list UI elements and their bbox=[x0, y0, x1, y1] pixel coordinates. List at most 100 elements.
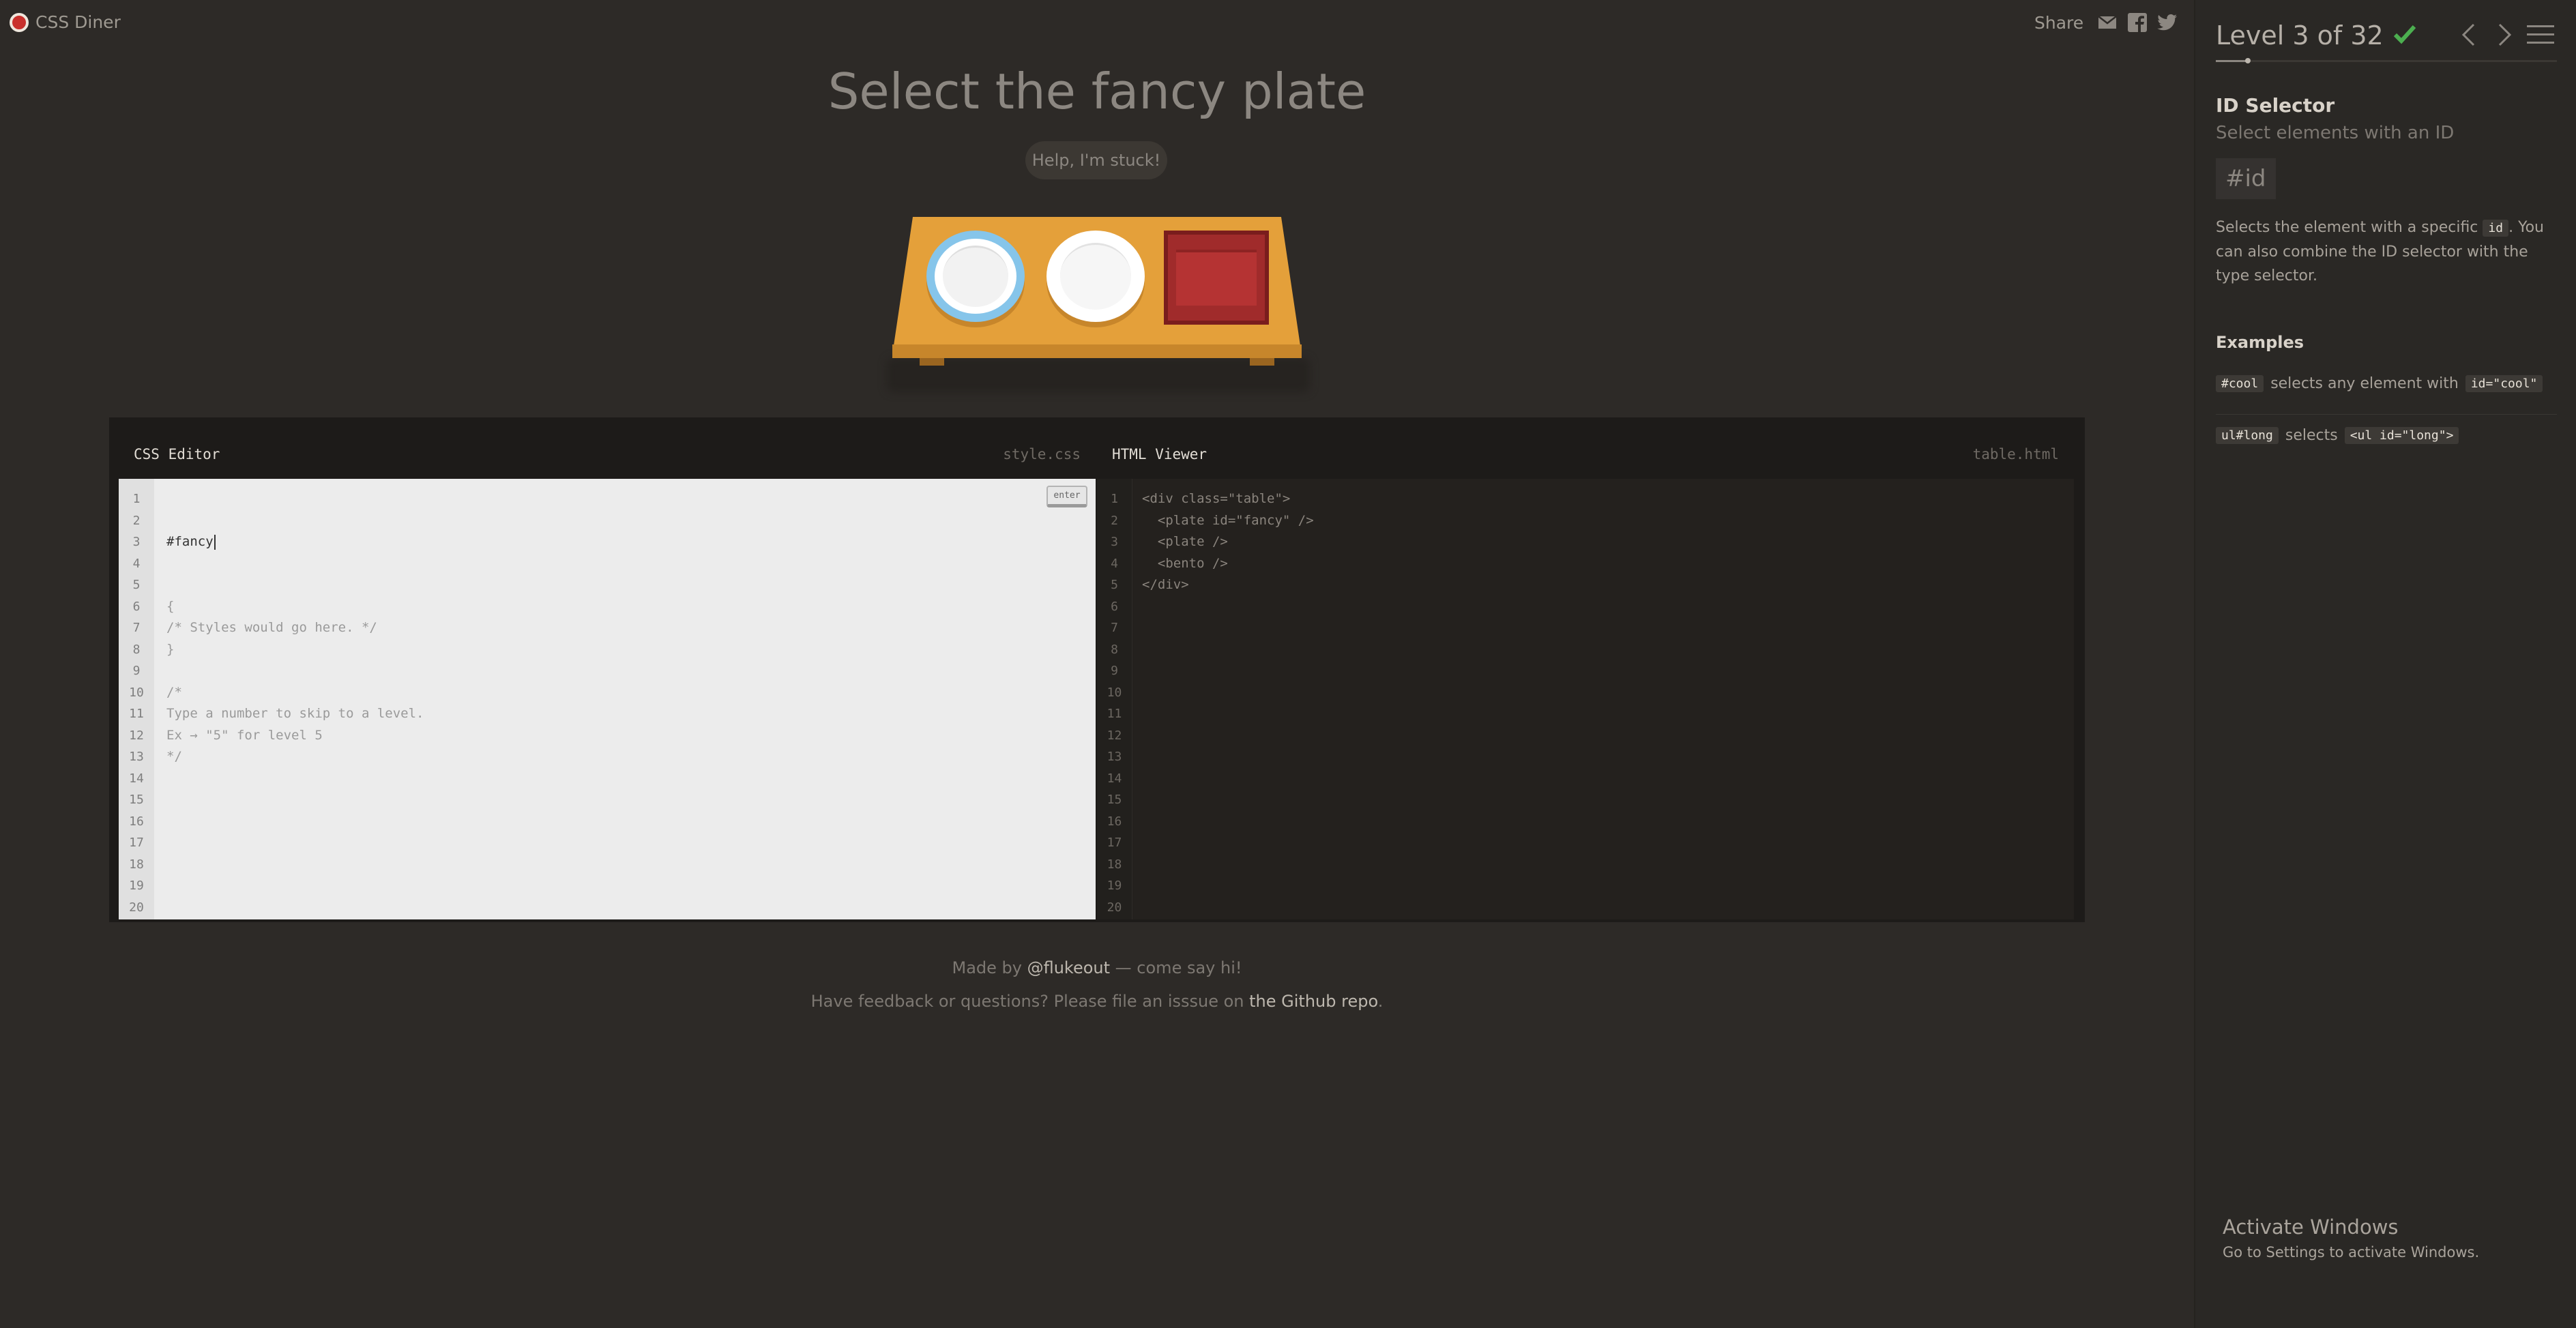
selector-description: Selects the element with a specific id. … bbox=[2216, 216, 2557, 288]
footer-credit-prefix: Made by bbox=[952, 958, 1027, 977]
code-line: /* bbox=[166, 684, 182, 700]
html-viewer-header: HTML Viewer table.html bbox=[1097, 431, 2074, 477]
windows-activation-notice: Activate Windows Go to Settings to activ… bbox=[2223, 1215, 2479, 1260]
example-row: #cool selects any element with id="cool" bbox=[2216, 375, 2557, 392]
facebook-icon[interactable] bbox=[2127, 12, 2148, 33]
fancy-plate[interactable] bbox=[926, 231, 1025, 322]
css-selector-input[interactable]: #fancy bbox=[166, 534, 214, 549]
line-number: 18 bbox=[129, 857, 144, 872]
app-logo[interactable]: CSS Diner bbox=[10, 12, 121, 32]
line-number: 10 bbox=[129, 685, 144, 700]
text-caret bbox=[214, 534, 216, 550]
line-number: 9 bbox=[1111, 664, 1118, 678]
windows-activation-title: Activate Windows bbox=[2223, 1215, 2399, 1239]
example-code: <ul id="long"> bbox=[2344, 427, 2459, 444]
line-number: 12 bbox=[129, 728, 144, 743]
divider bbox=[2216, 414, 2557, 415]
table-edge bbox=[892, 344, 1302, 358]
hamburger-icon bbox=[2527, 25, 2554, 44]
chevron-right-icon bbox=[2498, 23, 2512, 46]
line-number: 2 bbox=[132, 513, 141, 528]
line-number: 4 bbox=[132, 556, 141, 571]
code-line: */ bbox=[166, 749, 182, 764]
css-code: #fancy { /* Styles would go here. */} /* T… bbox=[166, 488, 424, 811]
example-text: selects bbox=[2285, 427, 2338, 444]
line-number: 7 bbox=[132, 621, 141, 635]
line-number: 3 bbox=[132, 535, 141, 549]
line-number: 1 bbox=[132, 492, 141, 506]
code-line: <plate /> bbox=[1142, 534, 1228, 549]
level-menu-button[interactable] bbox=[2527, 19, 2554, 50]
code-line: Type a number to skip to a level. bbox=[166, 706, 424, 721]
css-line-numbers: 1 2 3 4 5 6 7 8 9 10 11 12 13 14 15 16 17 18 19 20 bbox=[119, 479, 154, 919]
line-number: 16 bbox=[1107, 814, 1122, 829]
fancy-plate-center bbox=[943, 246, 1008, 307]
logo-icon bbox=[10, 12, 29, 32]
line-number: 10 bbox=[1107, 685, 1122, 700]
examples-heading: Examples bbox=[2216, 333, 2304, 352]
github-link[interactable]: the Github repo bbox=[1249, 992, 1378, 1011]
footer-feedback: Have feedback or questions? Please file … bbox=[0, 992, 2194, 1011]
line-number: 13 bbox=[1107, 750, 1122, 764]
enter-button[interactable]: enter bbox=[1046, 486, 1087, 507]
next-level-button[interactable] bbox=[2491, 19, 2519, 50]
level-progress bbox=[2216, 58, 2557, 63]
line-number: 7 bbox=[1111, 621, 1118, 635]
line-number: 11 bbox=[1107, 707, 1122, 721]
css-editor[interactable]: 1 2 3 4 5 6 7 8 9 10 11 12 13 14 15 16 17 18 19 20 #fancy {… bbox=[119, 479, 1096, 919]
author-link[interactable]: @flukeout bbox=[1027, 958, 1110, 977]
desc-text-1: Selects the element with a specific bbox=[2216, 219, 2483, 236]
example-code: id="cool" bbox=[2465, 375, 2543, 392]
line-number: 4 bbox=[1111, 556, 1118, 571]
level-header: Level 3 of 32 bbox=[2216, 20, 2416, 50]
help-button[interactable]: Help, I'm stuck! bbox=[1025, 141, 1167, 179]
bento-inner bbox=[1176, 250, 1257, 306]
line-number: 18 bbox=[1107, 857, 1122, 872]
line-number: 6 bbox=[132, 599, 141, 614]
level-counter: Level 3 of 32 bbox=[2216, 20, 2384, 50]
app-name: CSS Diner bbox=[35, 12, 121, 32]
footer-feedback-suffix: . bbox=[1377, 992, 1384, 1011]
plate-center bbox=[1060, 243, 1131, 310]
html-viewer: 1 2 3 4 5 6 7 8 9 10 11 12 13 14 15 16 17 18 19 20 <div cla… bbox=[1097, 479, 2074, 919]
level-instruction: Select the fancy plate bbox=[828, 63, 1366, 120]
selector-name: ID Selector bbox=[2216, 94, 2335, 117]
mail-icon[interactable] bbox=[2097, 12, 2118, 33]
progress-fill bbox=[2216, 60, 2248, 62]
line-number: 5 bbox=[1111, 578, 1118, 592]
line-number: 14 bbox=[1107, 771, 1122, 786]
windows-activation-subtitle: Go to Settings to activate Windows. bbox=[2223, 1244, 2480, 1260]
line-number: 17 bbox=[129, 836, 144, 850]
line-number: 20 bbox=[129, 900, 144, 915]
code-line: { bbox=[166, 598, 175, 614]
line-number: 1 bbox=[1111, 492, 1118, 506]
line-number: 12 bbox=[1107, 728, 1122, 743]
line-number: 19 bbox=[129, 879, 144, 893]
code-line: <div class="table"> bbox=[1142, 491, 1291, 506]
selector-title: Select elements with an ID bbox=[2216, 123, 2455, 143]
line-number: 19 bbox=[1107, 879, 1122, 893]
code-line: Ex → "5" for level 5 bbox=[166, 727, 323, 743]
selector-syntax: #id bbox=[2216, 158, 2276, 199]
line-number: 9 bbox=[132, 664, 141, 678]
css-input-line[interactable]: #fancy bbox=[166, 531, 424, 553]
plate[interactable] bbox=[1046, 231, 1145, 322]
twitter-icon[interactable] bbox=[2157, 12, 2178, 33]
html-viewer-filename: table.html bbox=[1972, 446, 2059, 462]
example-code: ul#long bbox=[2216, 427, 2279, 444]
footer-feedback-prefix: Have feedback or questions? Please file … bbox=[810, 992, 1250, 1011]
bento[interactable] bbox=[1164, 231, 1269, 325]
footer-credit: Made by @flukeout — come say hi! bbox=[0, 958, 2194, 977]
line-number: 8 bbox=[1111, 642, 1118, 657]
previous-level-button[interactable] bbox=[2455, 19, 2482, 50]
code-line: /* Styles would go here. */ bbox=[166, 620, 377, 635]
example-text: selects any element with bbox=[2270, 375, 2459, 392]
level-sidebar: Level 3 of 32 ID Selector Select element… bbox=[2194, 0, 2576, 1328]
share-label: Share bbox=[2034, 12, 2084, 33]
code-line: </div> bbox=[1142, 577, 1189, 592]
line-number: 15 bbox=[129, 793, 144, 807]
line-number: 17 bbox=[1107, 836, 1122, 850]
code-line: <bento /> bbox=[1142, 555, 1228, 571]
code-line: } bbox=[166, 641, 175, 657]
